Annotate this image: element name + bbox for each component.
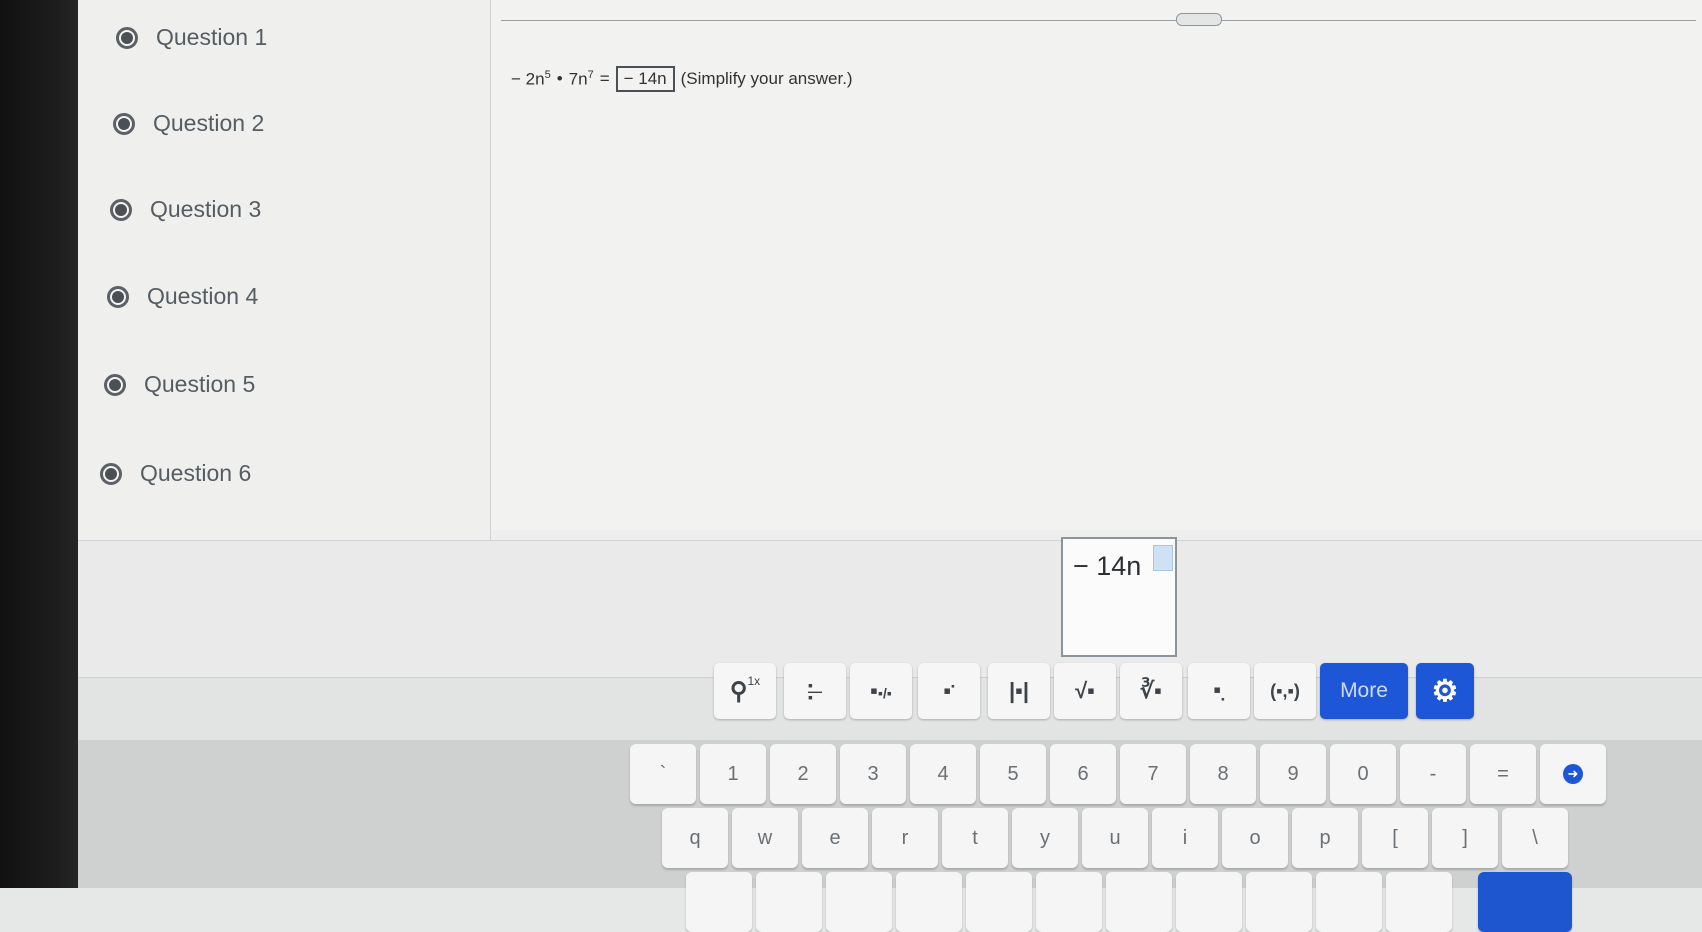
magnifier-icon: ⚲ [729,677,748,705]
gear-icon: ⚙ [1431,674,1459,708]
question-label: Question 3 [150,196,262,222]
key-y[interactable]: y [1012,808,1078,868]
key-row3[interactable] [1386,872,1452,932]
answer-input-value: − 14n [1073,551,1142,581]
answer-input[interactable]: − 14n [1061,537,1177,657]
key-5[interactable]: 5 [980,744,1046,804]
absolute-value-icon: |▪| [1008,678,1030,703]
mixed-number-tool-button[interactable]: ▪▪/▪ [850,663,912,719]
key-backslash[interactable]: \ [1502,808,1568,868]
key-u[interactable]: u [1082,808,1148,868]
question-label: Question 6 [140,460,252,486]
ordered-pair-tool-button[interactable]: (▪,▪) [1254,663,1316,719]
radio-icon [104,373,126,396]
question-sidebar: Question 1 Question 2 Question 3 Questio… [78,0,491,540]
enter-icon: ➜ [1563,764,1583,784]
equation: − 2n5 • 7n7 = − 14n (Simplify your answe… [511,66,853,92]
key-row3[interactable] [1246,872,1312,932]
key-equals[interactable]: = [1470,744,1536,804]
key-8[interactable]: 8 [1190,744,1256,804]
exponent-tool-button[interactable]: ▪▪ [918,663,980,719]
question-label: Question 5 [144,371,256,397]
key-i[interactable]: i [1152,808,1218,868]
radio-icon [116,26,138,49]
sidebar-question-5[interactable]: Question 5 [104,371,255,398]
key-q[interactable]: q [662,808,728,868]
screen: Question 1 Question 2 Question 3 Questio… [78,0,1702,932]
key-2[interactable]: 2 [770,744,836,804]
key-right-bracket[interactable]: ] [1432,808,1498,868]
key-row3[interactable] [1036,872,1102,932]
fraction-tool-button[interactable]: ▪ — ▪ [784,663,846,719]
key-r[interactable]: r [872,808,938,868]
key-minus[interactable]: - [1400,744,1466,804]
radio-icon [100,462,122,485]
key-row3[interactable] [826,872,892,932]
lhs-term-1: − 2n5 [511,68,551,89]
square-root-icon: √▪ [1075,678,1095,703]
key-1[interactable]: 1 [700,744,766,804]
question-label: Question 4 [147,283,259,309]
subscript-icon: ▪▪ [1213,676,1225,706]
key-row3[interactable] [966,872,1032,932]
equals-sign: = [599,69,610,88]
answer-box[interactable]: − 14n [615,66,675,92]
sidebar-question-1[interactable]: Question 1 [116,24,267,51]
cursor-placeholder [1153,545,1173,571]
instruction-text: (Simplify your answer.) [680,69,853,88]
question-label: Question 1 [156,24,268,50]
nth-root-tool-button[interactable]: ∛▪ [1120,663,1182,719]
key-row3[interactable] [1176,872,1242,932]
key-0[interactable]: 0 [1330,744,1396,804]
radio-icon [113,112,135,135]
resize-handle[interactable] [1176,13,1222,26]
mixed-number-icon: ▪▪/▪ [870,678,892,703]
key-4[interactable]: 4 [910,744,976,804]
subscript-tool-button[interactable]: ▪▪ [1188,663,1250,719]
key-t[interactable]: t [942,808,1008,868]
sidebar-question-2[interactable]: Question 2 [113,110,264,137]
key-backtick[interactable]: ` [630,744,696,804]
zoom-tool-button[interactable]: ⚲ 1x [714,663,776,719]
key-row3[interactable] [686,872,752,932]
absolute-value-tool-button[interactable]: |▪| [988,663,1050,719]
radio-icon [110,198,132,221]
key-enter-wide[interactable] [1478,872,1572,932]
question-area: − 2n5 • 7n7 = − 14n (Simplify your answe… [491,0,1702,530]
question-label: Question 2 [153,110,265,136]
square-root-tool-button[interactable]: √▪ [1054,663,1116,719]
sidebar-question-4[interactable]: Question 4 [107,283,258,310]
key-7[interactable]: 7 [1120,744,1186,804]
ordered-pair-icon: (▪,▪) [1270,680,1300,701]
multiply-dot: • [556,69,563,88]
key-6[interactable]: 6 [1050,744,1116,804]
key-9[interactable]: 9 [1260,744,1326,804]
nth-root-icon: ∛▪ [1140,678,1162,703]
key-enter[interactable]: ➜ [1540,744,1606,804]
answer-strip [78,540,1702,681]
fraction-icon: ▪ — ▪ [808,677,822,705]
settings-button[interactable]: ⚙ [1416,663,1474,719]
key-3[interactable]: 3 [840,744,906,804]
zoom-level: 1x [747,674,761,688]
more-button[interactable]: More [1320,663,1408,719]
key-left-bracket[interactable]: [ [1362,808,1428,868]
sidebar-question-6[interactable]: Question 6 [100,460,251,487]
key-row3[interactable] [1316,872,1382,932]
key-e[interactable]: e [802,808,868,868]
key-row3[interactable] [756,872,822,932]
divider [501,20,1696,21]
key-p[interactable]: p [1292,808,1358,868]
key-row3[interactable] [896,872,962,932]
radio-icon [107,285,129,308]
exponent-icon: ▪▪ [943,678,955,703]
key-row3[interactable] [1106,872,1172,932]
lhs-term-2: 7n7 [568,68,594,89]
sidebar-question-3[interactable]: Question 3 [110,196,261,223]
key-w[interactable]: w [732,808,798,868]
key-o[interactable]: o [1222,808,1288,868]
